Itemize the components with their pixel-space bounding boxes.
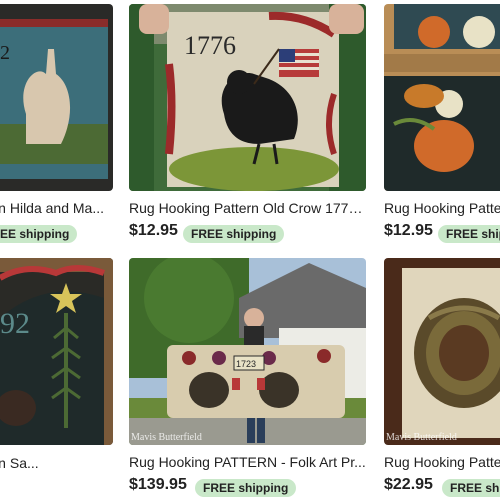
shipping-badge: FREE shipping (183, 225, 285, 243)
shipping-badge: FREE shipping (195, 479, 297, 497)
santa-year-text: 92 (0, 307, 30, 340)
listing-image-turkey[interactable]: Mavis Butterfield (384, 258, 500, 445)
listing-card-clip-3: Rug Hooking Pattern Pumpkin... $12.95 FR… (384, 0, 500, 250)
listing-title[interactable]: Rug Hooking Pattern Old Crow 1776... (129, 200, 366, 216)
listing-price: $22.95 (384, 476, 433, 493)
hilda-year-text: 2 (0, 42, 10, 64)
watermark-text: Mavis Butterfield (131, 432, 202, 443)
shipping-badge: FREE shipping (442, 479, 500, 497)
folk-year-text: 1723 (236, 359, 256, 369)
watermark-text: Mavis Butterfield (386, 432, 457, 443)
shipping-badge: FREE shipping (0, 225, 78, 243)
listing-title[interactable]: Rug Hooking Pattern Turkey... (384, 454, 500, 470)
listing-image-pumpkin[interactable] (384, 4, 500, 191)
listing-card-clip-6: Mavis Butterfield Rug Hooking Pattern Tu… (384, 250, 500, 500)
listing-card-clip-4: 92 Rug Hooking Pattern Sa... (0, 250, 113, 500)
listing-title[interactable]: Rug Hooking PATTERN - Folk Art Pr... (129, 454, 366, 470)
listing-title[interactable]: Rug Hooking Pattern Pumpkin... (384, 200, 500, 216)
listing-image-old-crow[interactable]: 1776 (129, 4, 366, 191)
shipping-badge: FREE shipping (438, 225, 500, 243)
listing-title[interactable]: Rug Hooking Pattern Sa... (0, 455, 113, 471)
listing-image-santa[interactable]: 92 (0, 258, 113, 445)
listing-price: $12.95 (129, 222, 178, 239)
listing-price: $12.95 (384, 222, 433, 239)
listing-price: $139.95 (129, 476, 187, 493)
listing-title[interactable]: Rug Hooking Pattern Hilda and Ma... (0, 200, 113, 216)
listing-image-folk-art[interactable]: 1723 Mavis Butterfield (129, 258, 366, 445)
listing-image-hilda[interactable]: 2 (0, 4, 113, 191)
crow-year-text: 1776 (184, 31, 236, 60)
listing-card-clip-1: 2 Rug Hooking Pattern Hilda and Ma... FR… (0, 0, 113, 250)
